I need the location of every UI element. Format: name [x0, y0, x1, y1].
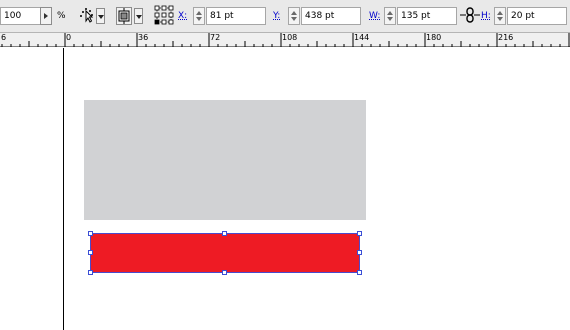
- x-stepper[interactable]: [193, 7, 205, 25]
- selection-handle-top-left[interactable]: [88, 231, 93, 236]
- h-stepper[interactable]: [494, 7, 506, 25]
- ruler-label: 0: [66, 33, 72, 42]
- y-stepper[interactable]: [288, 7, 300, 25]
- direct-selection-icon[interactable]: [78, 5, 96, 25]
- w-label: W:: [369, 11, 381, 21]
- arrow-down-icon: [497, 17, 503, 21]
- ruler-label: 108: [282, 33, 298, 42]
- h-input[interactable]: 20 pt: [507, 7, 567, 25]
- ruler-label: 36: [138, 33, 149, 42]
- selection-handle-bottom[interactable]: [222, 270, 227, 275]
- arrow-up-icon: [497, 11, 503, 15]
- selection-handle-bottom-right[interactable]: [357, 270, 362, 275]
- arrow-down-icon: [291, 17, 297, 21]
- x-input[interactable]: 81 pt: [206, 7, 266, 25]
- triangle-right-icon: [44, 13, 48, 19]
- arrow-up-icon: [196, 11, 202, 15]
- ruler-label: 6: [1, 33, 7, 42]
- w-input[interactable]: 135 pt: [397, 7, 457, 25]
- ruler-label: 72: [210, 33, 221, 42]
- arrow-down-icon: [196, 17, 202, 21]
- scale-arrow-button[interactable]: [40, 7, 52, 25]
- selection-handle-bottom-left[interactable]: [88, 270, 93, 275]
- reference-point-grid-icon[interactable]: [154, 5, 174, 25]
- gray-rectangle[interactable]: [84, 100, 366, 220]
- y-input[interactable]: 438 pt: [301, 7, 361, 25]
- y-label: Y:: [273, 11, 281, 21]
- chain-link-icon[interactable]: [460, 5, 480, 25]
- ruler-label: 180: [426, 33, 442, 42]
- ruler-label: 144: [354, 33, 370, 42]
- selection-handle-right[interactable]: [357, 250, 362, 255]
- arrow-up-icon: [387, 11, 393, 15]
- selection-tool-dropdown[interactable]: [96, 8, 105, 24]
- ruler-label: 216: [498, 33, 514, 42]
- arrow-down-icon: [387, 17, 393, 21]
- page-edge: [63, 48, 64, 330]
- selection-handle-left[interactable]: [88, 250, 93, 255]
- arrow-up-icon: [291, 11, 297, 15]
- red-rectangle-selected[interactable]: [90, 233, 360, 273]
- w-stepper[interactable]: [384, 7, 396, 25]
- selection-handle-top-right[interactable]: [357, 231, 362, 236]
- selection-handle-top[interactable]: [222, 231, 227, 236]
- control-bar: 100 % X: 81 pt Y: 438 pt W: 135 pt H: 20…: [0, 0, 570, 33]
- h-label: H:: [481, 11, 491, 21]
- scale-unit-label: %: [57, 11, 66, 21]
- stroke-align-icon[interactable]: [116, 7, 132, 25]
- horizontal-ruler[interactable]: 6 0 36 72 108 144 180 216: [0, 33, 570, 47]
- stroke-align-dropdown[interactable]: [134, 8, 143, 24]
- x-label: X:: [178, 11, 188, 21]
